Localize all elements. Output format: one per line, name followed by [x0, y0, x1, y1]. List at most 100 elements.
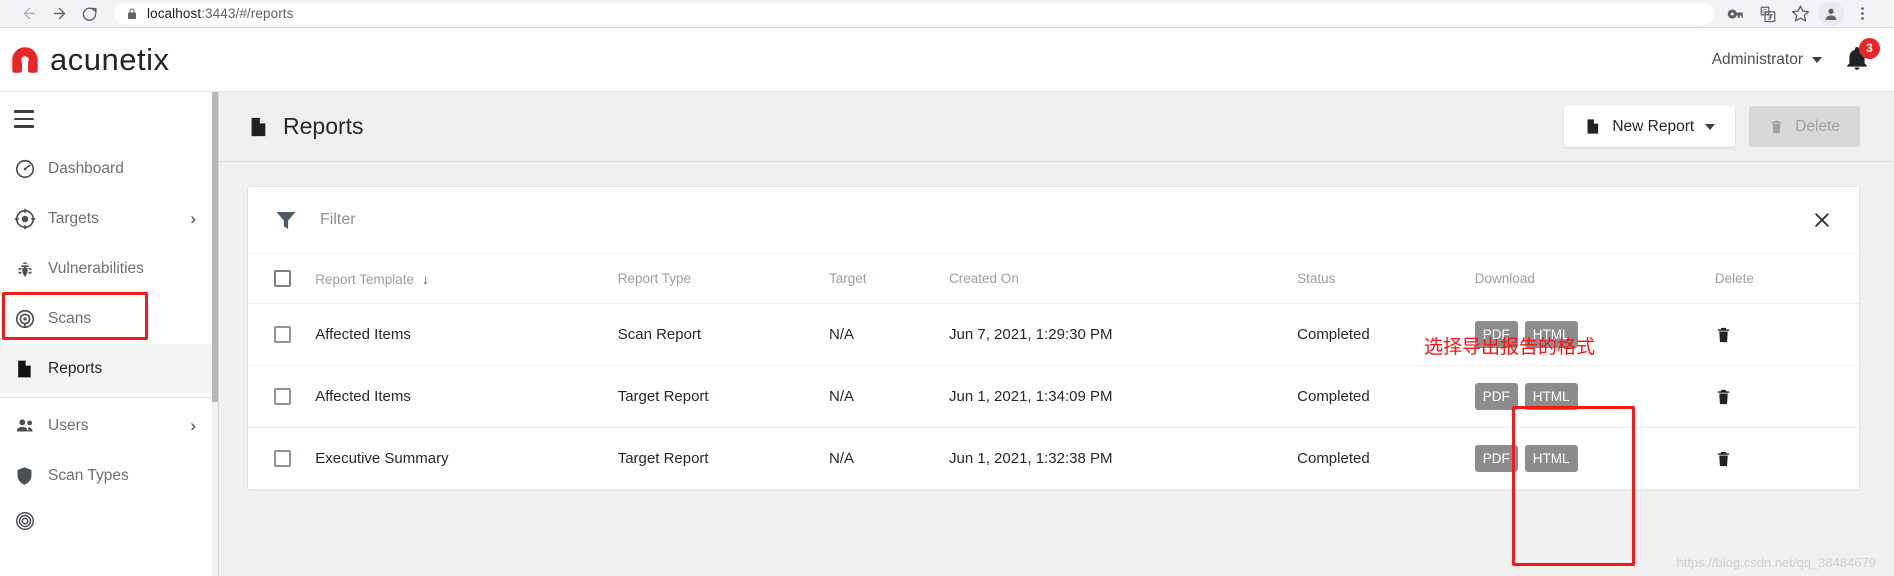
cell-report-type: Scan Report	[617, 303, 829, 366]
scans-radar-icon	[14, 308, 48, 330]
cell-download: PDF HTML	[1474, 427, 1715, 490]
address-bar[interactable]: localhost:3443/#/reports	[114, 2, 1714, 25]
column-header-delete[interactable]: Delete	[1714, 254, 1859, 304]
table-row[interactable]: Affected Items Scan Report N/A Jun 7, 20…	[248, 303, 1859, 366]
column-header-report-template[interactable]: Report Template ↓	[315, 254, 618, 304]
column-header-target[interactable]: Target	[828, 254, 950, 304]
cell-status: Completed	[1297, 427, 1475, 490]
cell-status: Completed	[1297, 365, 1475, 428]
sidebar-item-label: Reports	[48, 359, 103, 377]
user-menu[interactable]: Administrator	[1712, 51, 1822, 69]
reports-card: Report Template ↓ Report Type Target Crea…	[247, 186, 1860, 491]
row-select-cell[interactable]	[248, 303, 316, 366]
main-content: Reports New Report Delete Filter Report …	[219, 92, 1894, 576]
document-icon	[1584, 117, 1601, 136]
row-checkbox[interactable]	[274, 450, 291, 467]
user-name: Administrator	[1711, 50, 1803, 68]
cell-target: N/A	[828, 303, 950, 366]
sidebar-item-label: Users	[48, 416, 89, 434]
column-header-created-on[interactable]: Created On	[949, 254, 1298, 304]
cell-created-on: Jun 7, 2021, 1:29:30 PM	[949, 303, 1298, 366]
row-select-cell[interactable]	[248, 427, 316, 490]
select-all-checkbox[interactable]	[274, 270, 291, 287]
page-title: Reports	[247, 113, 364, 140]
table-row[interactable]: Affected Items Target Report N/A Jun 1, …	[248, 365, 1859, 428]
cell-delete[interactable]	[1714, 427, 1859, 490]
row-select-cell[interactable]	[248, 365, 316, 428]
download-html-button[interactable]: HTML	[1524, 383, 1578, 410]
sidebar-item-users[interactable]: Users ›	[0, 401, 218, 451]
sidebar-item-scans[interactable]: Scans	[0, 294, 218, 344]
cell-report-template: Affected Items	[315, 303, 618, 366]
trash-icon[interactable]	[1715, 387, 1859, 407]
trash-icon[interactable]	[1715, 325, 1859, 345]
brand-name: acunetix	[50, 41, 170, 77]
forward-arrow-icon[interactable]	[44, 3, 74, 25]
column-header-status[interactable]: Status	[1297, 254, 1475, 304]
sidebar-item-label: Targets	[48, 209, 99, 227]
select-all-header[interactable]	[248, 254, 316, 304]
sidebar-item-label: Scan Types	[48, 466, 129, 484]
more-menu-icon[interactable]	[1848, 2, 1876, 26]
sidebar: Dashboard Targets › Vulnerabilities Scan…	[0, 92, 219, 576]
bookmark-star-icon[interactable]	[1786, 2, 1814, 26]
sidebar-item-label: Vulnerabilities	[48, 259, 144, 277]
filter-input[interactable]	[320, 211, 1809, 229]
cell-report-template: Affected Items	[315, 365, 618, 428]
profile-avatar-icon[interactable]	[1818, 1, 1844, 26]
chevron-right-icon: ›	[190, 209, 196, 228]
sidebar-item-scan-types[interactable]: Scan Types	[0, 451, 218, 501]
sidebar-item-label: Scans	[48, 309, 92, 327]
sidebar-scrollbar[interactable]	[212, 92, 218, 576]
column-label: Report Template	[315, 271, 415, 287]
close-x-icon[interactable]	[1809, 207, 1835, 233]
sidebar-item-dashboard[interactable]: Dashboard	[0, 144, 218, 194]
sidebar-toggle-icon[interactable]	[0, 92, 34, 144]
translate-icon[interactable]: G	[1754, 2, 1782, 26]
notification-badge: 3	[1859, 37, 1880, 59]
key-icon[interactable]	[1722, 2, 1750, 26]
filter-bar	[248, 187, 1859, 254]
sidebar-item-partial[interactable]	[0, 501, 218, 541]
column-header-report-type[interactable]: Report Type	[617, 254, 829, 304]
download-html-button[interactable]: HTML	[1524, 445, 1578, 472]
cell-target: N/A	[828, 427, 950, 490]
reports-table: Report Template ↓ Report Type Target Crea…	[248, 254, 1859, 490]
acunetix-logo[interactable]: acunetix	[10, 42, 169, 78]
page-title-text: Reports	[283, 113, 364, 139]
users-icon	[14, 415, 48, 437]
app-body: Dashboard Targets › Vulnerabilities Scan…	[0, 92, 1894, 576]
new-report-button[interactable]: New Report	[1564, 106, 1736, 147]
fingerprint-icon	[14, 510, 48, 532]
app-header: acunetix Administrator 3	[0, 28, 1894, 92]
bug-icon	[14, 258, 48, 280]
watermark: https://blog.csdn.net/qq_38484679	[1676, 555, 1877, 570]
delete-button[interactable]: Delete	[1749, 106, 1860, 147]
document-icon	[247, 115, 269, 139]
delete-label: Delete	[1795, 117, 1840, 135]
sidebar-item-vulnerabilities[interactable]: Vulnerabilities	[0, 244, 218, 294]
download-pdf-button[interactable]: PDF	[1474, 383, 1518, 410]
document-icon	[14, 358, 48, 380]
sidebar-item-label: Dashboard	[48, 159, 124, 177]
address-bar-text: localhost:3443/#/reports	[147, 6, 294, 21]
download-pdf-button[interactable]: PDF	[1474, 445, 1518, 472]
notifications-button[interactable]: 3	[1844, 37, 1880, 75]
table-row[interactable]: Executive Summary Target Report N/A Jun …	[248, 427, 1859, 490]
cell-created-on: Jun 1, 2021, 1:32:38 PM	[949, 427, 1298, 490]
row-checkbox[interactable]	[274, 326, 291, 343]
row-checkbox[interactable]	[274, 388, 291, 405]
cell-delete[interactable]	[1714, 365, 1859, 428]
header-right: Administrator 3	[1712, 37, 1880, 75]
back-arrow-icon[interactable]	[14, 3, 44, 25]
chevron-down-icon	[1705, 123, 1716, 130]
sidebar-item-reports[interactable]: Reports	[0, 343, 218, 394]
column-header-download[interactable]: Download	[1474, 254, 1715, 304]
cell-delete[interactable]	[1714, 303, 1859, 366]
trash-icon[interactable]	[1715, 449, 1859, 469]
cell-report-type: Target Report	[617, 427, 829, 490]
sidebar-item-targets[interactable]: Targets ›	[0, 194, 218, 244]
browser-toolbar: localhost:3443/#/reports G	[0, 0, 1894, 28]
reload-icon[interactable]	[74, 3, 104, 25]
table-header-row: Report Template ↓ Report Type Target Crea…	[248, 254, 1859, 304]
